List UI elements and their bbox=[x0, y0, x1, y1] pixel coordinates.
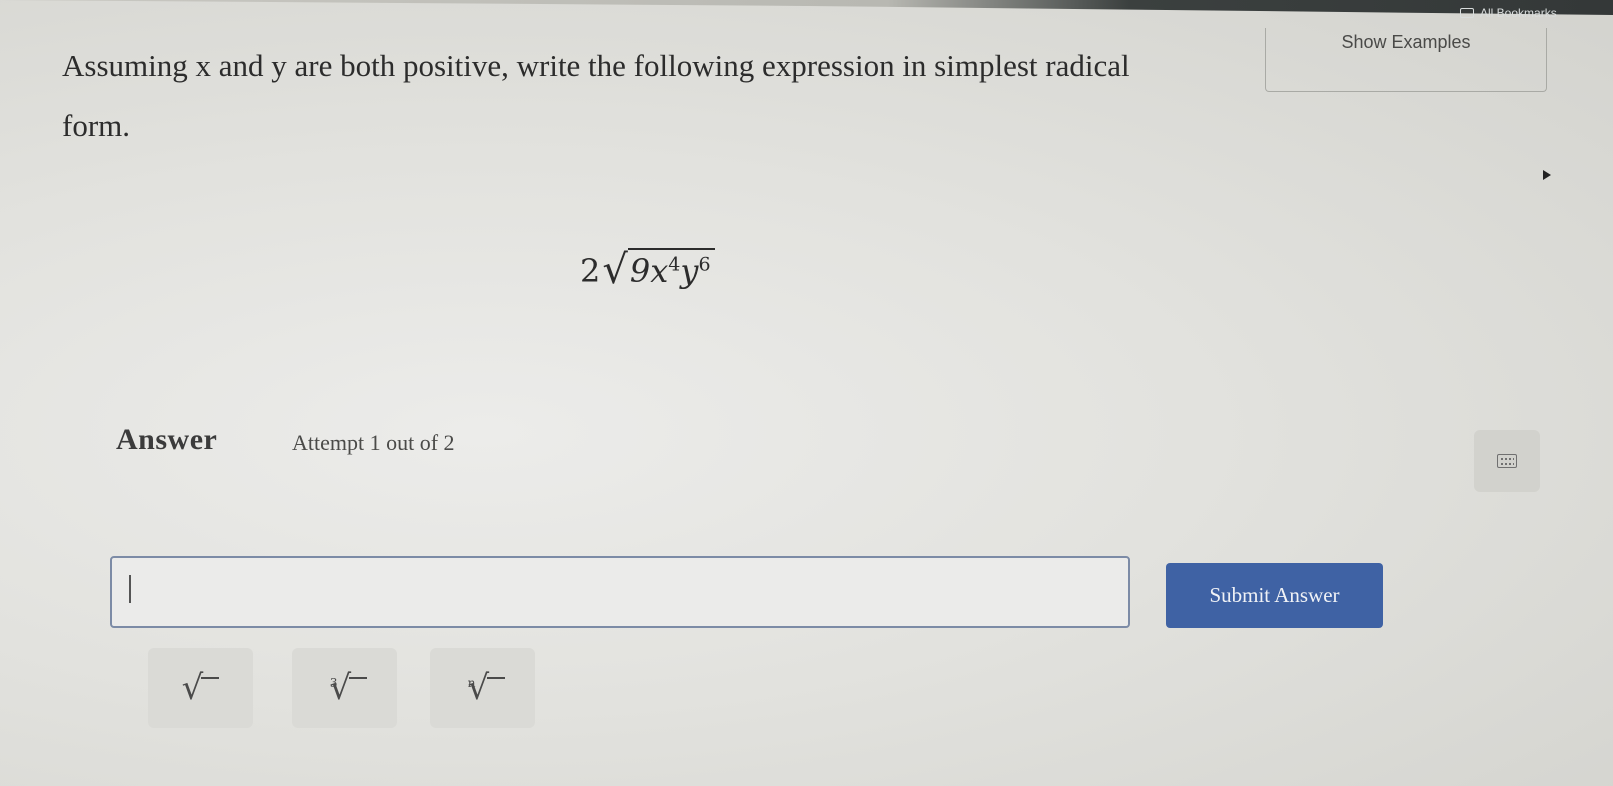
square-root-icon: √ bbox=[182, 668, 220, 708]
text-caret bbox=[129, 575, 131, 603]
radicand: 9x4y6 bbox=[627, 248, 715, 290]
cursor-arrow-icon bbox=[1543, 170, 1551, 180]
square-root-symbol: √ bbox=[181, 668, 204, 708]
radicand-base: 9x bbox=[629, 252, 669, 290]
math-expression: 2 √ 9x4y6 bbox=[580, 248, 715, 290]
question-text: Assuming x and y are both positive, writ… bbox=[62, 46, 1562, 143]
radical-symbol: √ bbox=[602, 247, 628, 293]
answer-input[interactable] bbox=[110, 556, 1130, 628]
nth-root-index: n bbox=[467, 676, 476, 690]
bookmarks-label: All Bookmarks bbox=[1480, 6, 1557, 20]
bookmarks-bar[interactable]: All Bookmarks bbox=[1460, 6, 1557, 20]
keyboard-icon bbox=[1497, 454, 1517, 468]
keyboard-toggle-button[interactable] bbox=[1474, 430, 1540, 492]
cube-root-index: 3 bbox=[329, 676, 338, 690]
folder-icon bbox=[1460, 8, 1474, 18]
expression-coefficient: 2 bbox=[580, 252, 601, 290]
cube-root-button[interactable]: 3√ bbox=[292, 648, 397, 728]
y-variable: y bbox=[680, 252, 699, 290]
y-exponent: 6 bbox=[698, 253, 711, 276]
submit-answer-button[interactable]: Submit Answer bbox=[1166, 563, 1383, 628]
browser-top-strip bbox=[0, 0, 1613, 15]
square-root-button[interactable]: √ bbox=[148, 648, 253, 728]
answer-label: Answer bbox=[116, 423, 218, 456]
attempt-counter: Attempt 1 out of 2 bbox=[292, 430, 455, 455]
question-line-2: form. bbox=[62, 108, 131, 143]
nth-root-icon: n√ bbox=[460, 668, 506, 708]
cube-root-icon: 3√ bbox=[322, 668, 368, 708]
nth-root-button[interactable]: n√ bbox=[430, 648, 535, 728]
page: All Bookmarks Show Examples Assuming x a… bbox=[0, 0, 1613, 786]
question-line-1: Assuming x and y are both positive, writ… bbox=[62, 48, 1130, 83]
x-exponent: 4 bbox=[668, 253, 681, 276]
